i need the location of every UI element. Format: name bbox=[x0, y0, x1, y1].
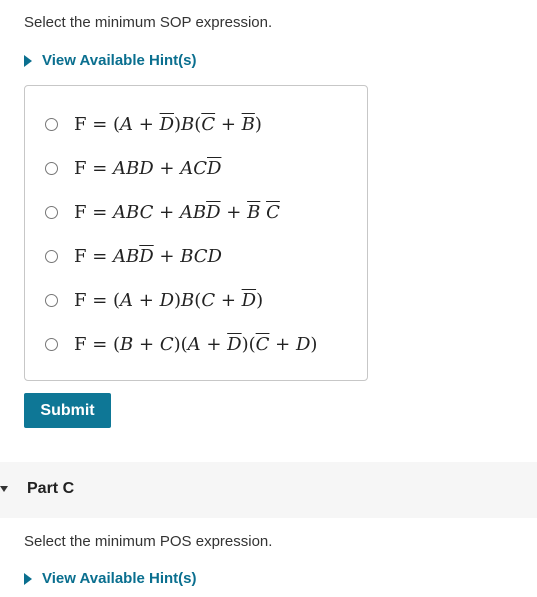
option-expression: F = (A + D)B(C + B) bbox=[74, 114, 262, 135]
part-c-header[interactable]: Part C bbox=[0, 462, 537, 518]
caret-down-icon bbox=[0, 486, 8, 492]
hint-label: View Available Hint(s) bbox=[42, 52, 197, 69]
option-2[interactable]: F = ABD + ACD bbox=[45, 158, 221, 179]
question-prompt: Select the minimum SOP expression. bbox=[24, 14, 273, 31]
option-3[interactable]: F = ABC + ABD + B C bbox=[45, 202, 280, 223]
option-1[interactable]: F = (A + D)B(C + B) bbox=[45, 114, 262, 135]
option-6[interactable]: F = (B + C)(A + D)(C + D) bbox=[45, 334, 317, 355]
view-hints-link[interactable]: View Available Hint(s) bbox=[24, 52, 197, 69]
option-expression: F = (A + D)B(C + D) bbox=[74, 290, 264, 311]
answer-options-box: F = (A + D)B(C + B) F = ABD + ACD F = AB… bbox=[24, 85, 368, 381]
view-hints-link-part-c[interactable]: View Available Hint(s) bbox=[24, 570, 197, 587]
part-title: Part C bbox=[27, 480, 75, 497]
radio-button[interactable] bbox=[45, 206, 58, 219]
option-expression: F = ABD + ACD bbox=[74, 158, 222, 179]
option-expression: F = ABD + BCD bbox=[74, 246, 222, 267]
option-expression: F = (B + C)(A + D)(C + D) bbox=[74, 334, 318, 355]
option-4[interactable]: F = ABD + BCD bbox=[45, 246, 222, 267]
triangle-right-icon bbox=[24, 54, 32, 67]
radio-button[interactable] bbox=[45, 162, 58, 175]
triangle-right-icon bbox=[24, 572, 32, 585]
radio-button[interactable] bbox=[45, 250, 58, 263]
question-prompt-part-c: Select the minimum POS expression. bbox=[24, 533, 273, 550]
option-5[interactable]: F = (A + D)B(C + D) bbox=[45, 290, 263, 311]
radio-button[interactable] bbox=[45, 294, 58, 307]
radio-button[interactable] bbox=[45, 338, 58, 351]
hint-label: View Available Hint(s) bbox=[42, 570, 197, 587]
option-expression: F = ABC + ABD + B C bbox=[74, 202, 280, 223]
radio-button[interactable] bbox=[45, 118, 58, 131]
submit-button[interactable]: Submit bbox=[24, 393, 111, 428]
